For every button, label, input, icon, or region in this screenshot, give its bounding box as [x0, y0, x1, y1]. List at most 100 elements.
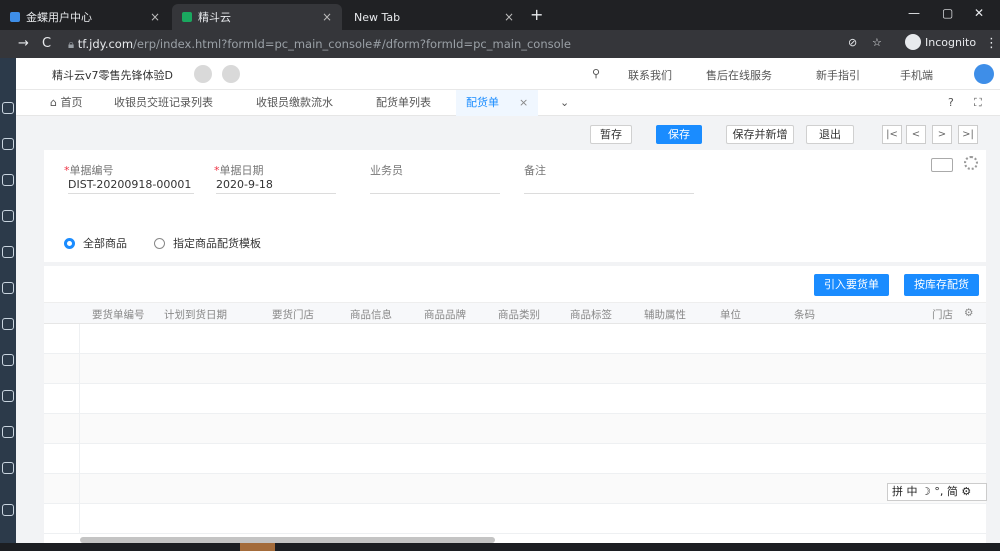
browser-tab-newtab[interactable]: New Tab × [344, 4, 524, 30]
table-row[interactable] [44, 354, 986, 384]
stock-distribute-button[interactable]: 按库存配货 [904, 274, 979, 296]
header-link-guide[interactable]: 新手指引 [816, 67, 860, 83]
keyboard-icon[interactable] [931, 158, 953, 172]
tab-cashier-payment[interactable]: 收银员缴款流水 [256, 90, 333, 116]
forward-icon[interactable]: → [18, 36, 29, 51]
radio-label: 全部商品 [83, 237, 127, 250]
column-header[interactable]: 商品品牌 [424, 307, 466, 322]
taskbar [0, 543, 1000, 551]
column-header[interactable]: 计划到货日期 [164, 307, 227, 322]
avatar[interactable] [974, 64, 994, 84]
column-header[interactable]: 商品信息 [350, 307, 392, 322]
tab-distribution-list[interactable]: 配货单列表 [376, 90, 431, 116]
last-record-icon[interactable]: >| [958, 125, 978, 144]
help-icon[interactable]: ? [948, 90, 954, 116]
settings-icon[interactable] [2, 390, 14, 402]
star-icon[interactable] [2, 462, 14, 474]
tab-label: 配货单 [466, 96, 499, 109]
app-icon[interactable] [2, 504, 14, 516]
prev-record-icon[interactable]: < [906, 125, 926, 144]
first-record-icon[interactable]: |< [882, 125, 902, 144]
date-label: *单据日期 [214, 162, 264, 178]
home-icon: ⌂ [50, 96, 61, 109]
label-text: 单据编号 [69, 164, 114, 177]
store-icon[interactable] [2, 246, 14, 258]
tab-cashier-shift[interactable]: 收银员交班记录列表 [114, 90, 213, 116]
close-window-icon[interactable]: ✕ [974, 6, 984, 20]
browser-tab-user-center[interactable]: 金蝶用户中心 × [0, 4, 170, 30]
report-icon[interactable] [2, 354, 14, 366]
header-link-contact[interactable]: 联系我们 [628, 67, 672, 83]
column-header[interactable]: 要货门店 [272, 307, 314, 322]
purchase-icon[interactable] [2, 138, 14, 150]
close-icon[interactable]: × [150, 10, 160, 24]
grid-panel: 引入要货单 按库存配货 要货单编号 计划到货日期 要货门店 商品信息 商品品牌 … [44, 266, 986, 551]
date-field[interactable]: 2020-9-18 [216, 178, 336, 194]
row-index-cell [44, 504, 80, 534]
next-record-icon[interactable]: > [932, 125, 952, 144]
url-field[interactable]: 🔒︎ tf.jdy.com/erp/index.html?formId=pc_m… [68, 35, 868, 53]
taskbar-item[interactable] [240, 543, 275, 551]
row-index-cell [44, 384, 80, 414]
doc-no-field[interactable]: DIST-20200918-00001 [68, 178, 194, 194]
import-order-button[interactable]: 引入要货单 [814, 274, 889, 296]
gear-icon[interactable]: ⚙ [964, 307, 973, 319]
column-header[interactable]: 商品类别 [498, 307, 540, 322]
favicon-icon [10, 12, 20, 22]
save-new-button[interactable]: 保存并新增 [726, 125, 794, 144]
table-row[interactable] [44, 474, 986, 504]
inventory-icon[interactable] [2, 210, 14, 222]
staff-field[interactable] [370, 178, 500, 194]
reload-icon[interactable]: C [42, 36, 51, 51]
add-circle-icon[interactable] [194, 65, 212, 83]
table-row[interactable] [44, 324, 986, 354]
star-icon[interactable]: ☆ [872, 36, 882, 49]
table-row[interactable] [44, 384, 986, 414]
close-icon[interactable]: × [519, 96, 528, 109]
tools-icon[interactable] [2, 426, 14, 438]
ime-toolbar[interactable]: 拼 中 ☽ °, 简 ⚙ [887, 483, 987, 501]
sales-icon[interactable] [2, 174, 14, 186]
header-link-mobile[interactable]: 手机端 [900, 67, 933, 83]
table-row[interactable] [44, 414, 986, 444]
account-selector[interactable]: 精斗云v7零售先锋体验D [52, 67, 173, 83]
finance-icon[interactable] [2, 318, 14, 330]
save-button[interactable]: 保存 [656, 125, 702, 144]
table-row[interactable] [44, 444, 986, 474]
lock-icon: 🔒︎ [68, 37, 78, 51]
gear-icon[interactable] [964, 156, 978, 170]
home-icon[interactable] [2, 102, 14, 114]
search-icon[interactable]: ⚲ [592, 67, 600, 80]
tab-distribution[interactable]: 配货单 × [456, 90, 539, 116]
radio-template[interactable]: 指定商品配货模板 [154, 235, 261, 251]
eye-off-icon[interactable]: ⊘ [848, 36, 857, 49]
new-tab-icon[interactable]: + [530, 5, 543, 24]
column-header[interactable]: 商品标签 [570, 307, 612, 322]
grid-header: 要货单编号 计划到货日期 要货门店 商品信息 商品品牌 商品类别 商品标签 辅助… [44, 302, 986, 324]
member-icon[interactable] [2, 282, 14, 294]
remark-field[interactable] [524, 178, 694, 194]
temp-save-button[interactable]: 暂存 [590, 125, 632, 144]
close-icon[interactable]: × [322, 10, 332, 24]
url-path: /erp/index.html?formId=pc_main_console#/… [133, 37, 571, 51]
maximize-icon[interactable]: ▢ [942, 6, 953, 20]
column-header[interactable]: 门店 [932, 307, 953, 322]
fullscreen-icon[interactable]: ⛶ [974, 90, 982, 116]
column-header[interactable]: 辅助属性 [644, 307, 686, 322]
column-header[interactable]: 要货单编号 [92, 307, 145, 322]
exit-button[interactable]: 退出 [806, 125, 854, 144]
close-icon[interactable]: × [504, 10, 514, 24]
column-header[interactable]: 条码 [794, 307, 815, 322]
menu-icon[interactable]: ⋮ [985, 36, 998, 51]
chevron-down-icon[interactable]: ⌄ [560, 90, 569, 116]
browser-tab-jdy[interactable]: 精斗云 × [172, 4, 342, 30]
column-header[interactable]: 单位 [720, 307, 741, 322]
apps-circle-icon[interactable] [222, 65, 240, 83]
incognito-badge[interactable]: Incognito [905, 34, 976, 50]
radio-all-products[interactable]: 全部商品 [64, 235, 127, 251]
tab-home[interactable]: ⌂ 首页 [50, 90, 82, 116]
minimize-icon[interactable]: — [908, 6, 920, 20]
tab-title: 精斗云 [198, 11, 231, 24]
header-link-support[interactable]: 售后在线服务 [706, 67, 772, 83]
table-row[interactable] [44, 504, 986, 534]
